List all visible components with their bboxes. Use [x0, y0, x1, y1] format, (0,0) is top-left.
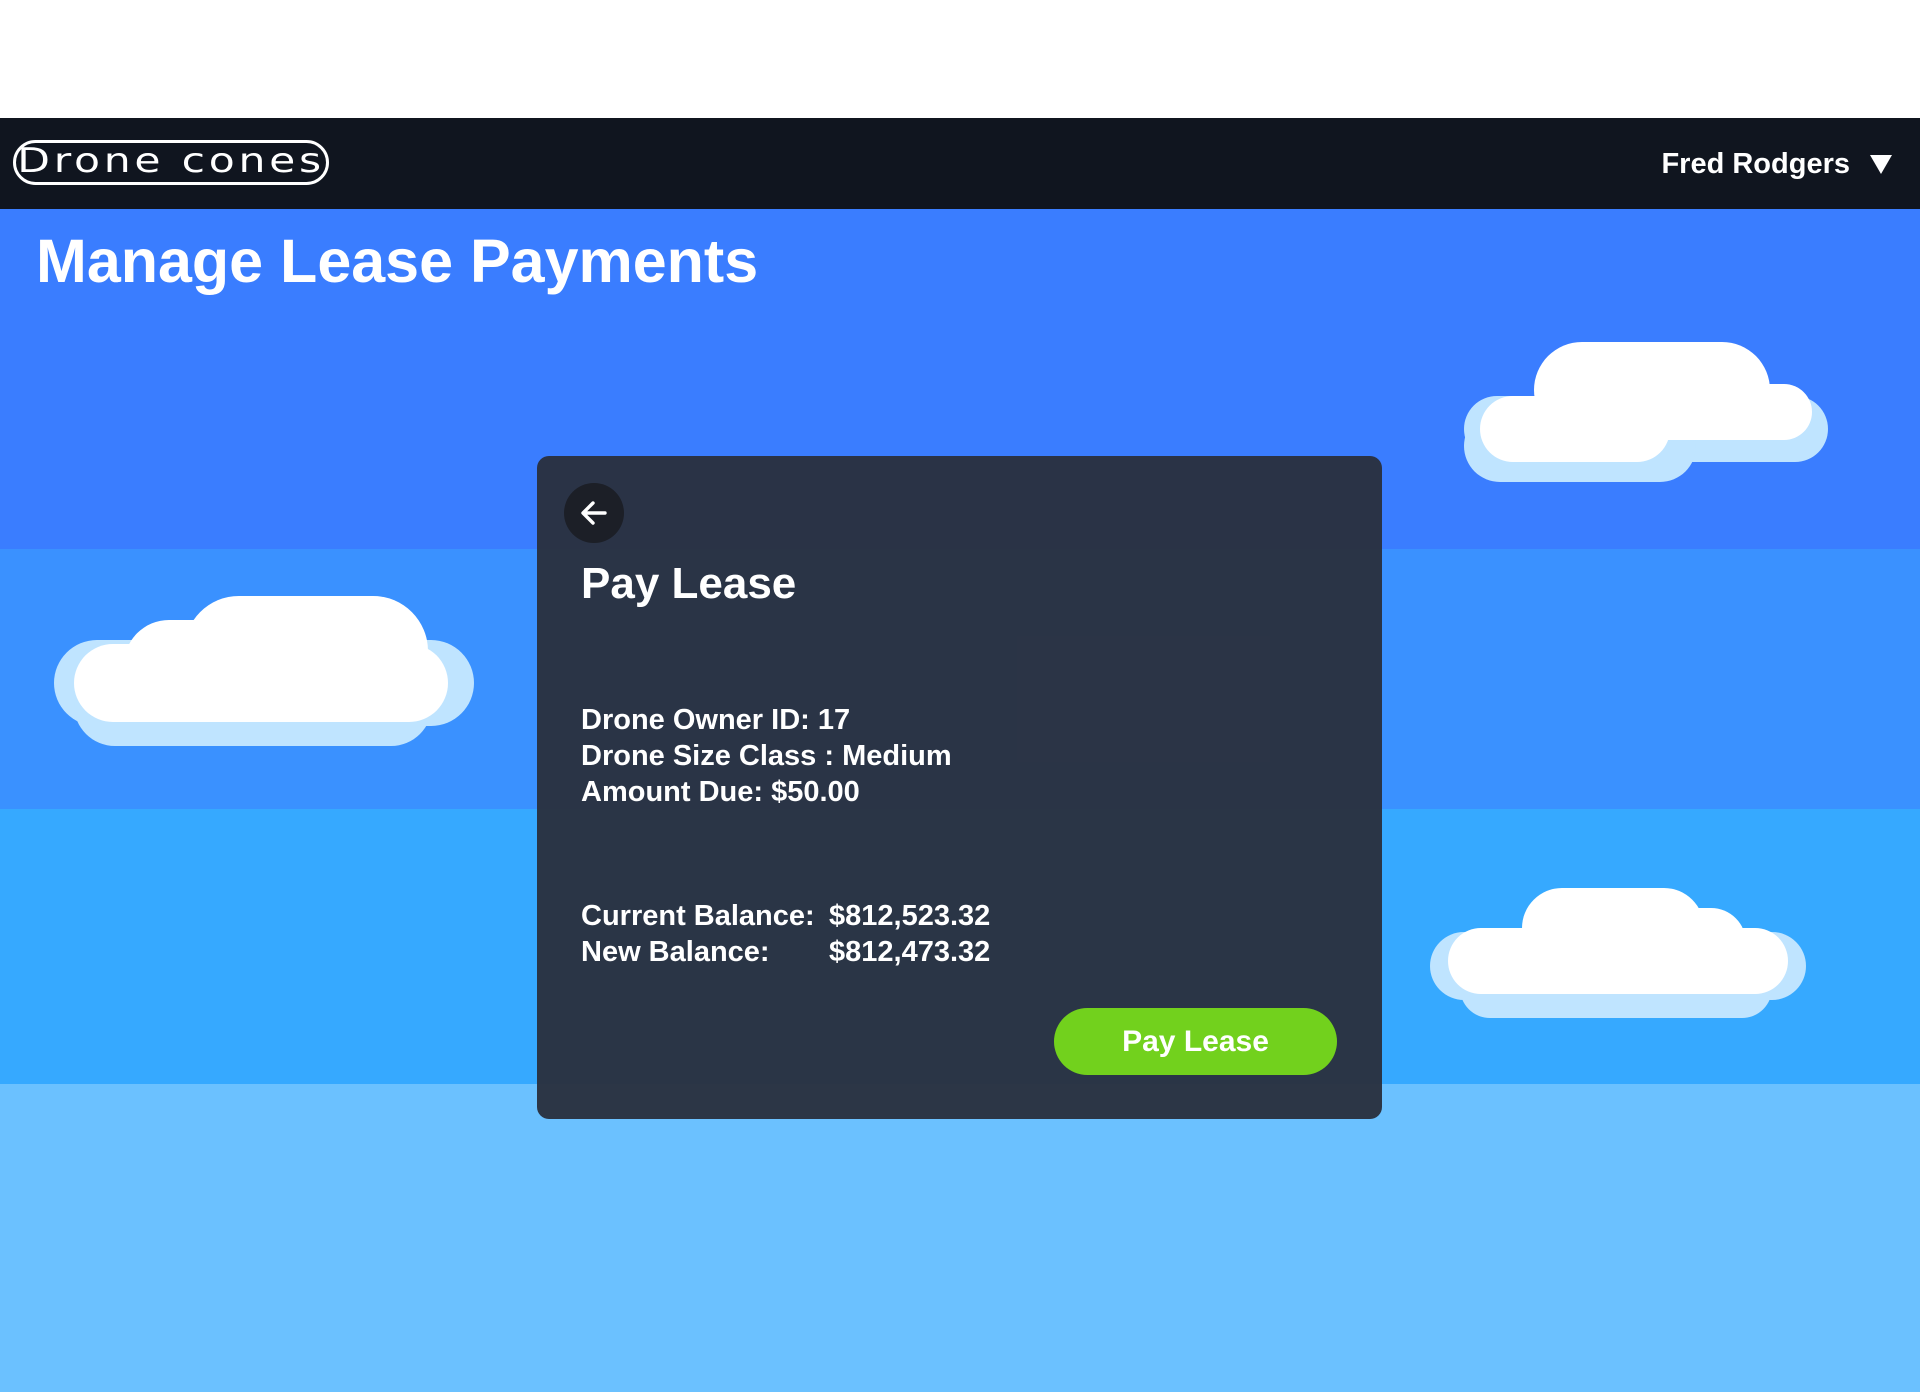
arrow-left-icon	[581, 501, 607, 525]
drone-owner-id: Drone Owner ID: 17	[581, 704, 851, 736]
new-balance-value: $812,473.32	[829, 936, 991, 968]
balance-info: Current Balance: $812,523.32 New Balance…	[581, 898, 990, 970]
back-button[interactable]	[564, 483, 624, 543]
drone-size-class: Drone Size Class : Medium	[581, 740, 952, 772]
modal-title: Pay Lease	[581, 559, 797, 608]
new-balance-row: New Balance: $812,473.32	[581, 934, 990, 970]
page-title: Manage Lease Payments	[36, 227, 759, 295]
top-blank-area	[0, 0, 1920, 118]
amount-due: Amount Due: $50.00	[581, 776, 860, 808]
cloud-top-right	[1464, 342, 1828, 482]
current-balance-label: Current Balance:	[581, 900, 815, 932]
current-balance-value: $812,523.32	[829, 900, 991, 932]
top-navbar: Drone cones Fred Rodgers	[0, 118, 1920, 209]
caret-down-icon[interactable]	[1870, 154, 1892, 174]
app-page: Drone cones Fred Rodgers Manage Lease Pa…	[0, 0, 1920, 1392]
pay-lease-button[interactable]: Pay Lease	[1054, 1008, 1337, 1075]
sky-band-4	[0, 1084, 1920, 1392]
lease-info: Drone Owner ID: 17 Drone Size Class : Me…	[581, 702, 952, 810]
current-balance-row: Current Balance: $812,523.32	[581, 898, 990, 934]
brand-logo-text: Drone cones	[17, 140, 325, 181]
cloud-left	[54, 596, 474, 746]
pay-lease-modal: Pay Lease Drone Owner ID: 17 Drone Size …	[537, 456, 1382, 1119]
cloud-bottom-right	[1430, 888, 1806, 1018]
user-menu[interactable]: Fred Rodgers	[1661, 144, 1892, 184]
brand-logo[interactable]: Drone cones	[13, 140, 329, 185]
new-balance-label: New Balance:	[581, 936, 770, 968]
user-name: Fred Rodgers	[1661, 147, 1850, 180]
